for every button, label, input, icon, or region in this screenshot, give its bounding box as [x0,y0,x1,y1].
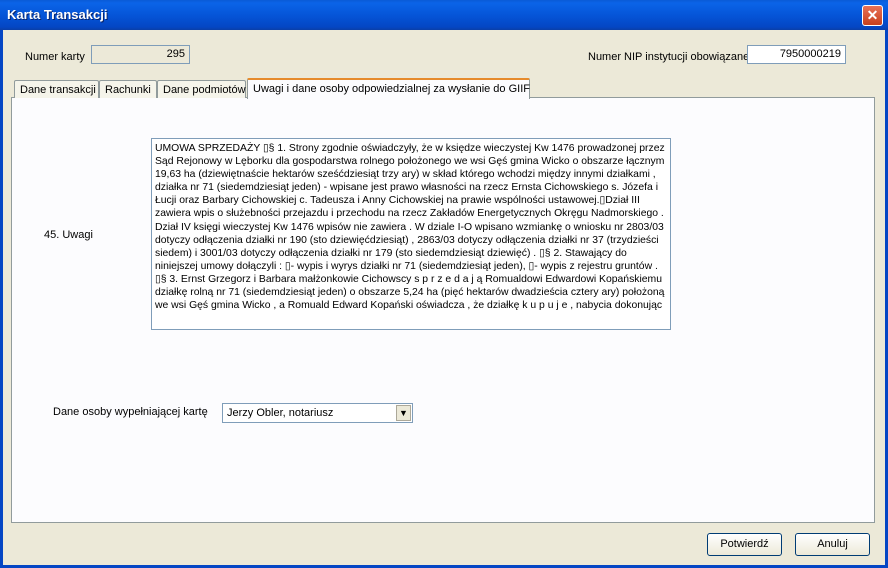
window-frame-left [0,30,3,568]
chevron-down-icon[interactable]: ▼ [396,405,411,421]
nip-field[interactable]: 7950000219 [747,45,846,64]
karta-transakcji-window: Karta Transakcji ✕ Numer karty 295 Numer… [0,0,888,568]
tab-dane-podmiotow[interactable]: Dane podmiotów [157,80,246,98]
title-bar: Karta Transakcji ✕ [0,0,888,30]
card-number-field[interactable]: 295 [91,45,190,64]
tab-dane-transakcji[interactable]: Dane transakcji [14,80,99,98]
person-label: Dane osoby wypełniającej kartę [53,406,208,418]
tab-rachunki[interactable]: Rachunki [99,80,157,98]
cancel-button[interactable]: Anuluj [795,533,870,556]
nip-label: Numer NIP instytucji obowiązanej [588,51,752,63]
remarks-textarea[interactable]: UMOWA SPRZEDAŻY ▯§ 1. Strony zgodnie ośw… [151,138,671,330]
close-icon[interactable]: ✕ [862,5,883,26]
window-title: Karta Transakcji [7,7,108,22]
person-dropdown-value: Jerzy Obler, notariusz [227,407,334,419]
confirm-button[interactable]: Potwierdź [707,533,782,556]
card-number-label: Numer karty [25,51,85,63]
remarks-label: 45. Uwagi [44,229,93,241]
tab-uwagi[interactable]: Uwagi i dane osoby odpowiedzialnej za wy… [247,78,530,99]
person-dropdown[interactable]: Jerzy Obler, notariusz ▼ [222,403,413,423]
